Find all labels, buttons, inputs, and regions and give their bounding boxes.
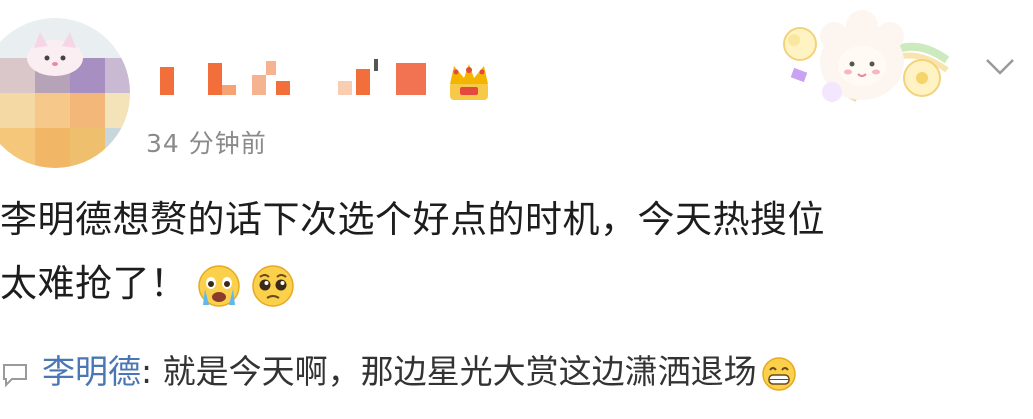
reply-colon: : (141, 352, 153, 391)
avatar[interactable] (0, 18, 130, 168)
reply-bubble-icon (3, 363, 27, 387)
reply-username-link[interactable]: 李明德 (42, 352, 141, 391)
reply-row: 李明德: 就是今天啊，那边星光大赏这边潇洒退场 (0, 344, 1000, 400)
comment-card: 34 分钟前 李明德想赘的话下次选个好点的时机，今天热搜位 太难抢了！ 李明德:… (0, 0, 1033, 419)
grinning-face-icon (761, 356, 796, 391)
timestamp: 34 分钟前 (146, 129, 267, 158)
reply-text: 就是今天啊，那边星光大赏这边潇洒退场 (152, 352, 757, 391)
pleading-face-icon (251, 264, 294, 307)
chevron-down-icon[interactable] (983, 54, 1017, 78)
crying-face-icon (197, 264, 240, 307)
comment-line-1: 李明德想赘的话下次选个好点的时机，今天热搜位 (0, 198, 825, 241)
comment-text: 李明德想赘的话下次选个好点的时机，今天热搜位 太难抢了！ (0, 188, 1000, 316)
sheep-sticker-icon (783, 10, 950, 102)
comment-line-2-text: 太难抢了！ (0, 262, 188, 305)
comment-line-2: 太难抢了！ (0, 252, 1000, 316)
crown-badge-icon (450, 64, 488, 100)
cat-sticker-icon (27, 32, 83, 76)
